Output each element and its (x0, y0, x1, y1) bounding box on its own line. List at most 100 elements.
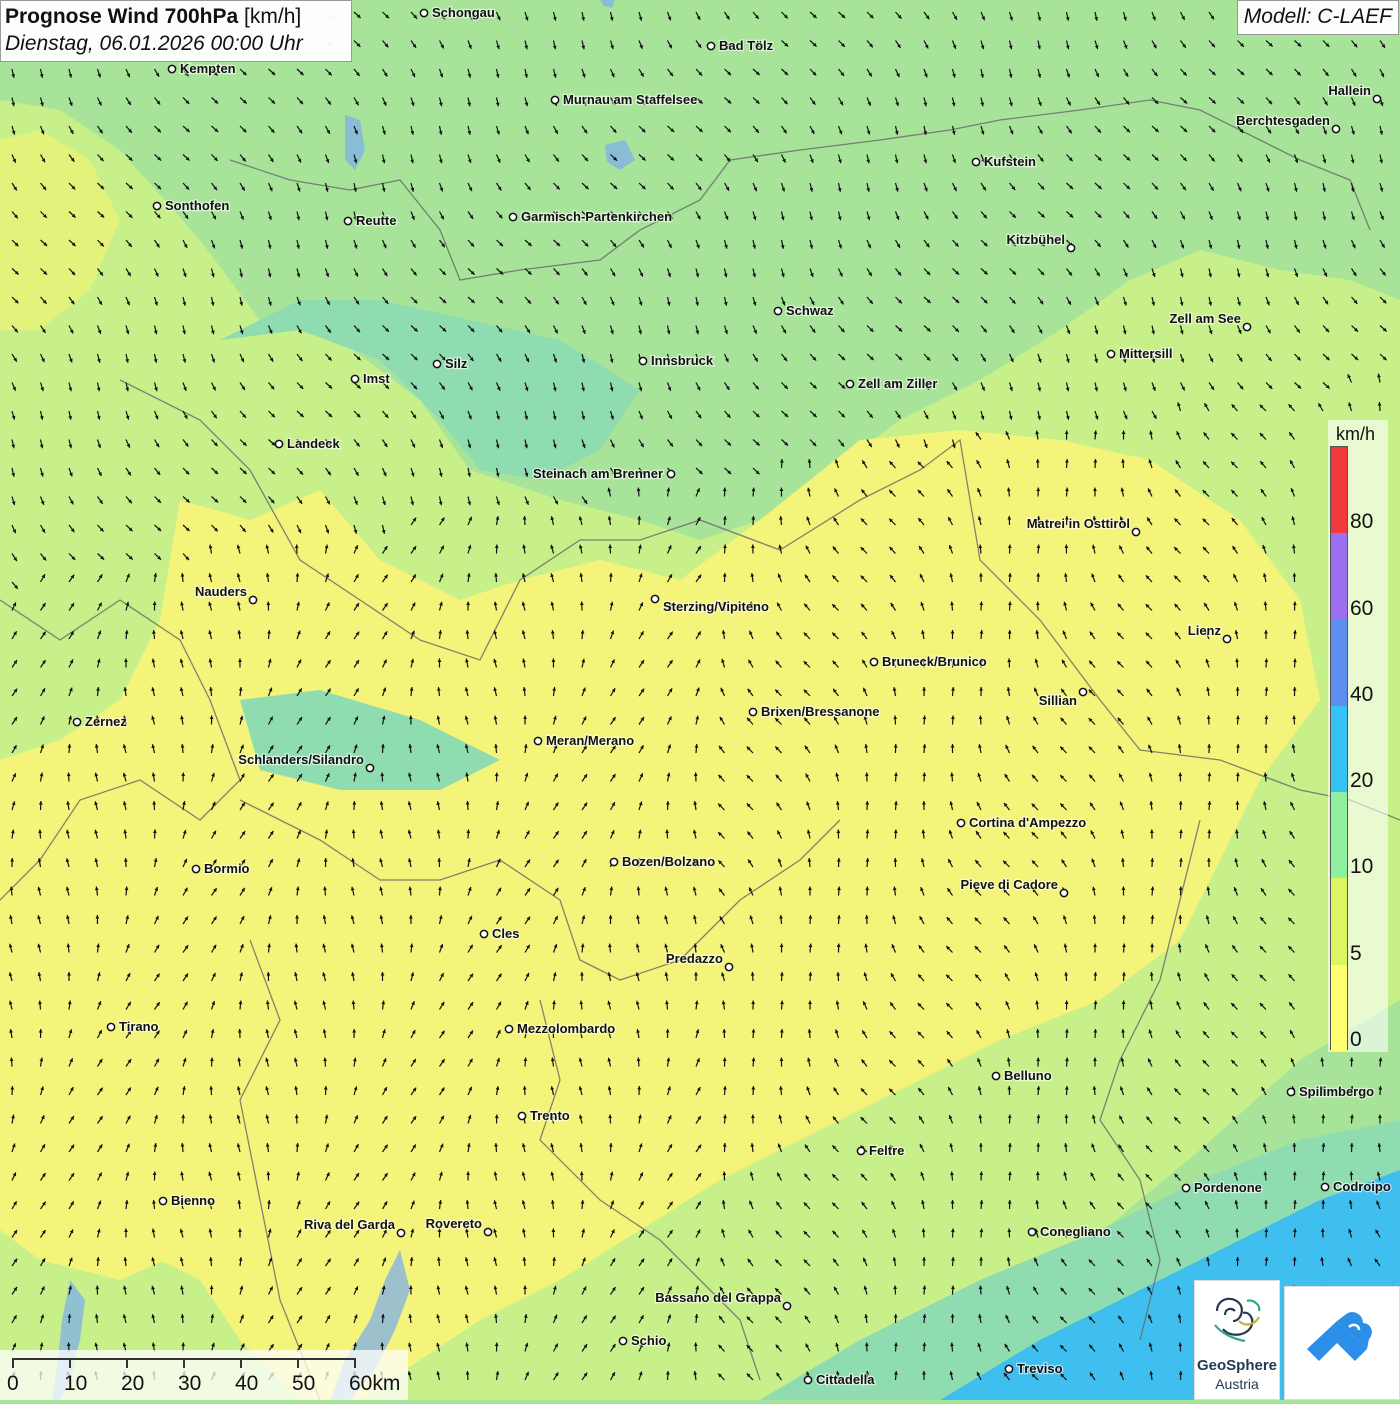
city-label: Pieve di Cadore (960, 877, 1058, 892)
city-label: Sterzing/Vipiteno (663, 599, 769, 614)
city-dot (153, 202, 160, 209)
city-dot (1060, 889, 1067, 896)
city-dot (159, 1197, 166, 1204)
city-marker: Meran/Merano (534, 733, 634, 748)
city-dot (1028, 1228, 1035, 1235)
city-label: Schio (631, 1333, 666, 1348)
title-box: Prognose Wind 700hPa [km/h] Dienstag, 06… (0, 0, 352, 62)
city-label: Lienz (1188, 623, 1222, 638)
scale-tick (240, 1358, 242, 1368)
city-dot (107, 1023, 114, 1030)
city-dot (1321, 1183, 1328, 1190)
city-label: Zell am See (1169, 311, 1241, 326)
city-dot (397, 1229, 404, 1236)
title-unit: [km/h] (244, 5, 301, 28)
city-label: Kufstein (984, 154, 1036, 169)
city-dot (433, 360, 440, 367)
legend-segment (1331, 533, 1347, 619)
city-dot (518, 1112, 525, 1119)
city-label: Cortina d'Ampezzo (969, 815, 1086, 830)
city-label: Steinach am Brenner (533, 466, 663, 481)
city-dot (480, 930, 487, 937)
city-dot (1067, 244, 1074, 251)
legend-color-bar (1330, 446, 1348, 1050)
city-label: Zernez (85, 714, 127, 729)
city-dot (1107, 350, 1114, 357)
city-label: Belluno (1004, 1068, 1052, 1083)
city-label: Sonthofen (165, 198, 229, 213)
city-label: Bad Tölz (719, 38, 774, 53)
city-label: Reutte (356, 213, 396, 228)
legend-segment (1331, 620, 1347, 706)
city-dot (992, 1072, 999, 1079)
city-dot (1243, 323, 1250, 330)
city-dot (1132, 528, 1139, 535)
legend-tick-label: 20 (1350, 769, 1373, 793)
city-marker: Schongau (420, 5, 494, 20)
city-label: Bormio (204, 861, 250, 876)
legend-tick-label: 80 (1350, 510, 1373, 534)
city-dot (509, 213, 516, 220)
legend-tick-label: 40 (1350, 683, 1373, 707)
city-dot (344, 217, 351, 224)
city-dot (707, 42, 714, 49)
city-dot (957, 819, 964, 826)
city-label: Matrei in Osttirol (1027, 516, 1130, 531)
color-legend: km/h 051020406080 (1328, 420, 1388, 1052)
city-label: Imst (363, 371, 390, 386)
city-dot (249, 596, 256, 603)
city-marker: Murnau am Staffelsee (551, 92, 697, 107)
city-dot (192, 865, 199, 872)
city-label: Pordenone (1194, 1180, 1262, 1195)
city-label: Cittadella (816, 1372, 875, 1387)
city-label: Meran/Merano (546, 733, 634, 748)
city-dot (870, 658, 877, 665)
city-label: Hallein (1328, 83, 1371, 98)
city-marker: Pordenone (1182, 1180, 1262, 1195)
city-dot (275, 440, 282, 447)
city-label: Bozen/Bolzano (622, 854, 715, 869)
city-label: Trento (530, 1108, 570, 1123)
city-label: Feltre (869, 1143, 904, 1158)
city-marker: Sonthofen (153, 198, 229, 213)
legend-tick-label: 60 (1350, 597, 1373, 621)
city-dot (484, 1228, 491, 1235)
city-dot (610, 858, 617, 865)
city-dot (534, 737, 541, 744)
city-label: Riva del Garda (304, 1217, 396, 1232)
scale-tick (126, 1358, 128, 1368)
geosphere-name: GeoSphere (1195, 1357, 1279, 1374)
city-label: Schongau (432, 5, 495, 20)
city-label: Schlanders/Silandro (238, 752, 364, 767)
legend-segment (1331, 447, 1347, 533)
city-marker: Bruneck/Brunico (870, 654, 986, 669)
city-label: Treviso (1017, 1361, 1063, 1376)
city-dot (846, 380, 853, 387)
city-label: Brixen/Bressanone (761, 704, 880, 719)
city-dot (619, 1337, 626, 1344)
legend-segment (1331, 706, 1347, 792)
city-dot (1332, 125, 1339, 132)
city-label: Conegliano (1040, 1224, 1111, 1239)
legend-segment (1331, 878, 1347, 964)
scale-label: 30 (178, 1372, 201, 1396)
weather-app-arrow-icon (1285, 1287, 1399, 1399)
city-label: Landeck (287, 436, 341, 451)
city-label: Mezzolombardo (517, 1021, 615, 1036)
city-label: Berchtesgaden (1236, 113, 1330, 128)
city-dot (804, 1376, 811, 1383)
legend-tick-label: 5 (1350, 942, 1362, 966)
city-dot (651, 595, 658, 602)
city-label: Bruneck/Brunico (882, 654, 987, 669)
city-label: Cles (492, 926, 519, 941)
legend-segment (1331, 965, 1347, 1051)
city-dot (749, 708, 756, 715)
scale-label: 10 (64, 1372, 87, 1396)
city-dot (1373, 95, 1380, 102)
city-marker: Innsbruck (639, 353, 713, 368)
geosphere-logo: GeoSphere Austria (1194, 1280, 1280, 1400)
city-dot (168, 65, 175, 72)
model-label: Modell: C-LAEF (1237, 0, 1399, 35)
city-dot (774, 307, 781, 314)
city-dot (1079, 688, 1086, 695)
